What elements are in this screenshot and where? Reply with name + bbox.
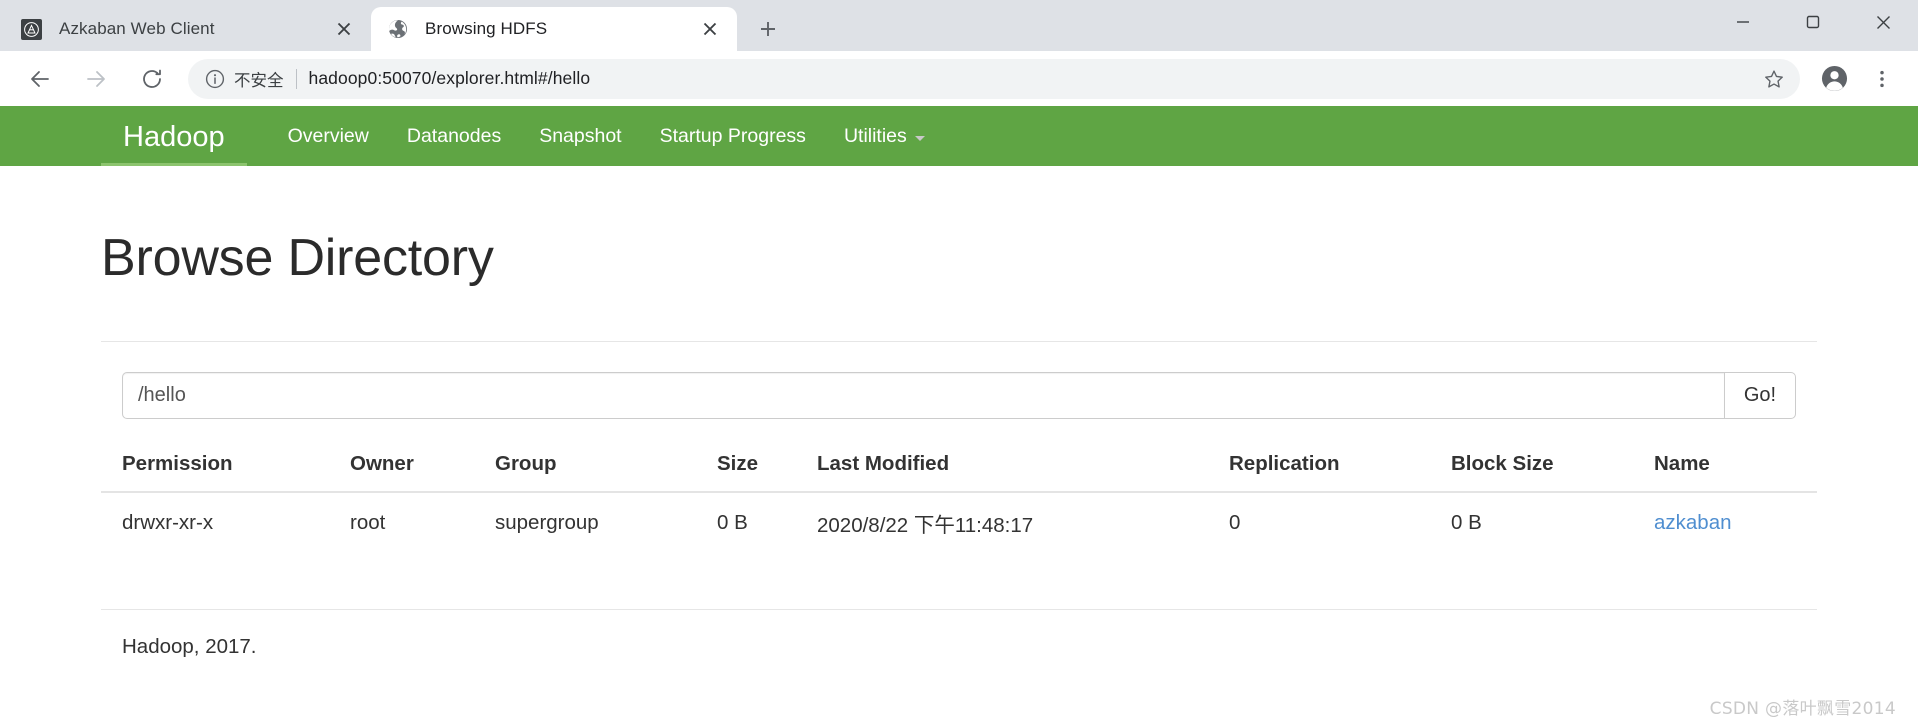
cell-block-size: 0 B xyxy=(1430,492,1633,553)
browser-menu-button[interactable] xyxy=(1862,59,1902,99)
column-header-owner[interactable]: Owner xyxy=(329,441,474,492)
reload-icon xyxy=(140,67,164,91)
back-button[interactable] xyxy=(20,59,60,99)
navlink-startup-progress[interactable]: Startup Progress xyxy=(641,106,825,166)
forward-button[interactable] xyxy=(76,59,116,99)
column-header-size[interactable]: Size xyxy=(696,441,796,492)
page-title: Browse Directory xyxy=(101,228,1817,288)
table-row: drwxr-xr-x root supergroup 0 B 2020/8/22… xyxy=(101,492,1817,553)
navlink-snapshot[interactable]: Snapshot xyxy=(520,106,640,166)
column-header-last-modified[interactable]: Last Modified xyxy=(796,441,1208,492)
cell-permission: drwxr-xr-x xyxy=(101,492,329,553)
cell-name: azkaban xyxy=(1633,492,1817,553)
url-text[interactable]: hadoop0:50070/explorer.html#/hello xyxy=(309,68,1757,89)
navlink-datanodes[interactable]: Datanodes xyxy=(388,106,520,166)
cell-size: 0 B xyxy=(696,492,796,553)
close-icon xyxy=(1876,15,1891,30)
window-controls xyxy=(1708,0,1918,44)
column-header-permission[interactable]: Permission xyxy=(101,441,329,492)
info-circle-icon[interactable] xyxy=(204,68,226,90)
navlink-label: Datanodes xyxy=(407,106,501,166)
cell-last-modified: 2020/8/22 下午11:48:17 xyxy=(796,492,1208,553)
minimize-icon xyxy=(1736,15,1750,29)
arrow-right-icon xyxy=(84,67,108,91)
cell-replication: 0 xyxy=(1208,492,1430,553)
page-viewport: Hadoop Overview Datanodes Snapshot Start… xyxy=(0,106,1918,727)
path-input[interactable] xyxy=(122,372,1724,419)
omnibox-divider xyxy=(296,69,297,89)
tab-title: Azkaban Web Client xyxy=(59,19,323,39)
maximize-button[interactable] xyxy=(1778,0,1848,44)
profile-button[interactable] xyxy=(1814,59,1854,99)
hadoop-brand[interactable]: Hadoop xyxy=(101,106,247,166)
directory-listing-table: Permission Owner Group Size Last Modifie… xyxy=(101,441,1817,553)
column-header-block-size[interactable]: Block Size xyxy=(1430,441,1633,492)
table-header-row: Permission Owner Group Size Last Modifie… xyxy=(101,441,1817,492)
minimize-button[interactable] xyxy=(1708,0,1778,44)
chevron-down-icon xyxy=(915,136,925,141)
column-header-group[interactable]: Group xyxy=(474,441,696,492)
cell-group: supergroup xyxy=(474,492,696,553)
three-dot-menu-icon xyxy=(1872,69,1892,89)
navlink-label: Startup Progress xyxy=(660,106,806,166)
column-header-replication[interactable]: Replication xyxy=(1208,441,1430,492)
star-icon[interactable] xyxy=(1756,61,1792,97)
reload-button[interactable] xyxy=(132,59,172,99)
plus-icon xyxy=(759,20,777,38)
directory-link-azkaban[interactable]: azkaban xyxy=(1654,511,1732,534)
cell-owner: root xyxy=(329,492,474,553)
go-button[interactable]: Go! xyxy=(1724,372,1796,419)
browser-window: Azkaban Web Client Browsing HDFS xyxy=(0,0,1918,727)
hadoop-navbar: Hadoop Overview Datanodes Snapshot Start… xyxy=(0,106,1918,166)
arrow-left-icon xyxy=(28,67,52,91)
path-form: Go! xyxy=(101,372,1817,419)
globe-icon xyxy=(387,19,408,40)
browser-tab-browsing-hdfs[interactable]: Browsing HDFS xyxy=(371,7,737,51)
close-icon[interactable] xyxy=(331,16,357,42)
close-window-button[interactable] xyxy=(1848,0,1918,44)
tab-strip: Azkaban Web Client Browsing HDFS xyxy=(0,0,1918,51)
maximize-icon xyxy=(1806,15,1820,29)
browser-toolbar: 不安全 hadoop0:50070/explorer.html#/hello xyxy=(0,51,1918,106)
account-avatar-icon xyxy=(1821,65,1848,92)
page-footer: Hadoop, 2017. xyxy=(101,610,1817,659)
close-icon[interactable] xyxy=(697,16,723,42)
browser-tab-azkaban-web-client[interactable]: Azkaban Web Client xyxy=(5,7,371,51)
navlink-label: Overview xyxy=(288,106,369,166)
column-header-name[interactable]: Name xyxy=(1633,441,1817,492)
watermark: CSDN @落叶飘雪2014 xyxy=(1710,694,1896,719)
security-status-text: 不安全 xyxy=(234,67,284,91)
navlink-label: Snapshot xyxy=(539,106,621,166)
navlink-overview[interactable]: Overview xyxy=(269,106,388,166)
navlink-label: Utilities xyxy=(844,106,907,166)
navlink-utilities[interactable]: Utilities xyxy=(825,106,944,166)
tab-title: Browsing HDFS xyxy=(425,19,689,39)
divider-top xyxy=(101,341,1817,342)
new-tab-button[interactable] xyxy=(749,10,787,48)
address-bar[interactable]: 不安全 hadoop0:50070/explorer.html#/hello xyxy=(188,59,1800,99)
azkaban-logo-icon xyxy=(21,19,42,40)
page-container: Browse Directory Go! Permission Owner Gr… xyxy=(0,228,1918,659)
